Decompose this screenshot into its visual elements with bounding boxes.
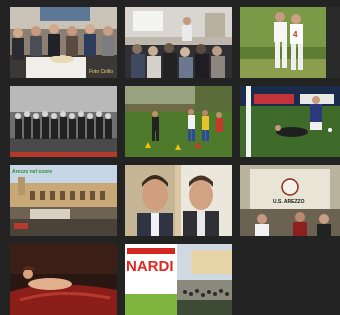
thumbnail-group-photo[interactable]: [10, 86, 117, 157]
football-players-image: 4: [240, 7, 340, 78]
thumbnail-ceremony[interactable]: Foto Cirillo: [10, 7, 117, 78]
thumbnail-conference[interactable]: [125, 7, 232, 78]
piazza-caption: Arezzo nel cuore: [12, 169, 53, 175]
thumbnail-training[interactable]: [125, 86, 232, 157]
conference-image: [125, 7, 232, 78]
photo-gallery: Foto Cirillo 4 Arezzo nel cuore U.S. ARE…: [0, 0, 340, 315]
training-image: [125, 86, 232, 157]
two-men-image: [125, 165, 232, 236]
nardini-banner-image: [125, 244, 232, 315]
svg-text:4: 4: [293, 30, 298, 39]
goalkeeper-image: [240, 86, 340, 157]
sign-caption: U.S. AREZZO: [273, 199, 305, 205]
thumbnail-nardini-banner[interactable]: NARDI: [125, 244, 232, 315]
group-photo-image: [10, 86, 117, 157]
thumbnail-two-men[interactable]: [125, 165, 232, 236]
thumbnail-painting[interactable]: [10, 244, 117, 315]
nardini-banner-text: NARDI: [126, 258, 174, 275]
piazza-image: [10, 165, 117, 236]
ceremony-image: [10, 7, 117, 78]
thumbnail-football-players[interactable]: 4: [240, 7, 340, 78]
painting-image: [10, 244, 117, 315]
thumbnail-goalkeeper[interactable]: [240, 86, 340, 157]
photo-credit-caption: Foto Cirillo: [89, 69, 113, 75]
thumbnail-piazza[interactable]: Arezzo nel cuore: [10, 165, 117, 236]
thumbnail-sign[interactable]: U.S. AREZZO: [240, 165, 340, 236]
